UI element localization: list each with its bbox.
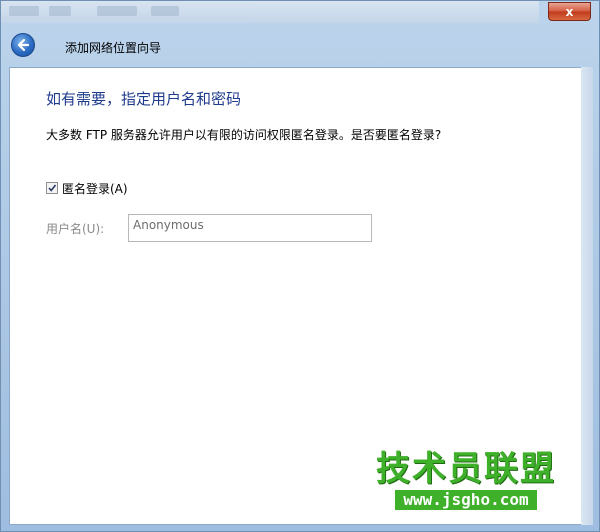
wizard-title: 添加网络位置向导 xyxy=(65,41,162,55)
page-description: 大多数 FTP 服务器允许用户以有限的访问权限匿名登录。是否要匿名登录? xyxy=(46,128,442,142)
background-blur-item xyxy=(97,6,137,16)
background-blur-item xyxy=(151,6,179,16)
username-field[interactable]: Anonymous xyxy=(128,214,372,242)
anonymous-login-label[interactable]: 匿名登录(A) xyxy=(62,180,128,197)
back-arrow-icon xyxy=(17,38,30,52)
background-blur-item xyxy=(9,6,39,16)
wizard-content-panel: 如有需要，指定用户名和密码 大多数 FTP 服务器允许用户以有限的访问权限匿名登… xyxy=(9,67,583,525)
close-button[interactable]: x xyxy=(548,2,591,21)
background-taskbar-strip xyxy=(1,1,539,23)
page-heading: 如有需要，指定用户名和密码 xyxy=(46,90,242,108)
close-icon: x xyxy=(565,5,574,19)
back-button[interactable] xyxy=(11,33,35,57)
watermark-url: www.jsgho.com xyxy=(395,490,537,510)
site-watermark: 技术员联盟 www.jsgho.com xyxy=(376,450,556,510)
watermark-logo-text: 技术员联盟 xyxy=(376,449,556,489)
username-label: 用户名(U): xyxy=(46,222,105,236)
wizard-window: x 添加网络位置向导 如有需要，指定用户名和密码 大多数 FTP 服务器允许用户… xyxy=(0,0,600,532)
anonymous-login-checkbox[interactable] xyxy=(46,182,58,194)
checkmark-icon xyxy=(48,184,57,192)
background-blur-item xyxy=(49,6,71,16)
window-right-border xyxy=(581,67,593,525)
